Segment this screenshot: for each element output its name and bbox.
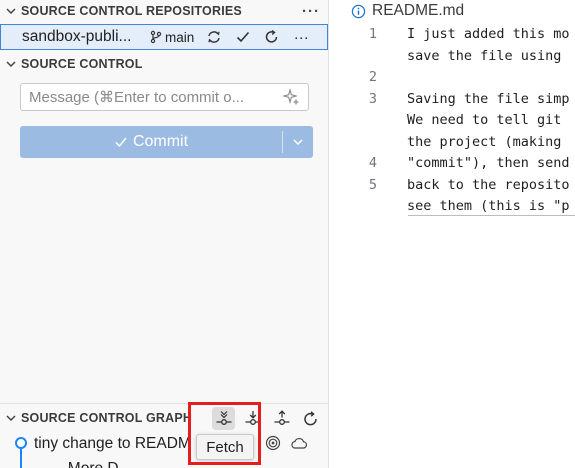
push-icon[interactable] (270, 407, 293, 430)
info-icon (351, 4, 366, 18)
line-text: the project (making (407, 133, 562, 150)
editor-pane: README.md 1 I just added this mo save th… (329, 0, 575, 468)
line-text: We need to tell git (407, 111, 562, 128)
more-actions-icon[interactable]: ··· (302, 0, 320, 22)
commit-message-input[interactable] (29, 88, 279, 106)
graph-node (15, 437, 27, 449)
line-text: back to the reposito (407, 176, 570, 193)
graph-commit-message[interactable]: tiny change to READM (34, 435, 191, 453)
branch-icon (150, 30, 162, 44)
fetch-icon[interactable] (212, 407, 235, 430)
graph-commit-message[interactable]: — More D... (48, 460, 132, 468)
code-line[interactable]: save the file using (329, 45, 561, 66)
line-number: 4 (368, 154, 377, 171)
commit-label: Commit (132, 133, 189, 150)
graph-row-actions (263, 433, 309, 453)
check-icon[interactable] (233, 27, 253, 47)
code-line[interactable]: 3 Saving the file simp (329, 88, 570, 109)
line-number: 1 (368, 25, 377, 42)
cloud-icon[interactable] (289, 433, 309, 453)
branch-switcher[interactable]: main (150, 30, 194, 45)
fetch-tooltip: Fetch (196, 434, 254, 460)
code-line[interactable]: We need to tell git (329, 109, 561, 130)
graph-title: SOURCE CONTROL GRAPH (21, 411, 193, 425)
check-icon (115, 137, 127, 148)
line-text: "commit"), then send (407, 154, 570, 171)
sync-icon[interactable] (204, 27, 224, 47)
text-underline (408, 215, 575, 216)
line-text: see them (this is "p (407, 197, 570, 214)
branch-name: main (165, 29, 195, 45)
graph-toolbar (212, 407, 322, 430)
commit-main-action[interactable]: Commit (20, 126, 282, 158)
code-line[interactable]: 5 back to the reposito (329, 174, 570, 195)
line-number: 2 (368, 68, 377, 85)
source-control-sidebar: SOURCE CONTROL REPOSITORIES ··· sandbox-… (0, 0, 329, 468)
line-text: save the file using (407, 47, 562, 64)
repositories-title: SOURCE CONTROL REPOSITORIES (21, 4, 242, 18)
commit-options-dropdown[interactable] (283, 126, 313, 158)
code-line[interactable]: 4 "commit"), then send (329, 152, 570, 173)
repository-row[interactable]: sandbox-publi... main ··· (0, 24, 328, 50)
line-text: I just added this mo (407, 25, 570, 42)
editor-tab[interactable]: README.md (351, 2, 464, 20)
chevron-down-icon[interactable] (2, 53, 20, 75)
sparkle-icon[interactable] (281, 87, 300, 111)
pull-icon[interactable] (241, 407, 264, 430)
line-number: 3 (368, 90, 377, 107)
commit-button[interactable]: Commit (20, 126, 313, 158)
repository-name: sandbox-publi... (22, 28, 132, 45)
code-line[interactable]: 1 I just added this mo (329, 23, 570, 44)
refresh-icon[interactable] (262, 27, 282, 47)
commit-message-field[interactable] (20, 83, 309, 111)
refresh-icon[interactable] (299, 407, 322, 430)
editor-tab-title: README.md (372, 2, 465, 19)
line-number: 5 (368, 176, 377, 193)
code-line[interactable]: 2 (329, 66, 407, 87)
chevron-down-icon (293, 139, 303, 146)
graph-divider (0, 403, 328, 404)
code-line[interactable]: see them (this is "p (329, 195, 570, 216)
more-icon[interactable]: ··· (291, 27, 311, 47)
repositories-section-header[interactable]: SOURCE CONTROL REPOSITORIES ··· (0, 0, 328, 22)
code-line[interactable]: the project (making (329, 131, 561, 152)
chevron-down-icon[interactable] (2, 407, 20, 429)
source-control-title: SOURCE CONTROL (21, 57, 143, 71)
chevron-down-icon[interactable] (2, 0, 20, 22)
source-control-section-header[interactable]: SOURCE CONTROL (0, 53, 328, 75)
target-icon[interactable] (263, 433, 283, 453)
line-text: Saving the file simp (407, 90, 570, 107)
